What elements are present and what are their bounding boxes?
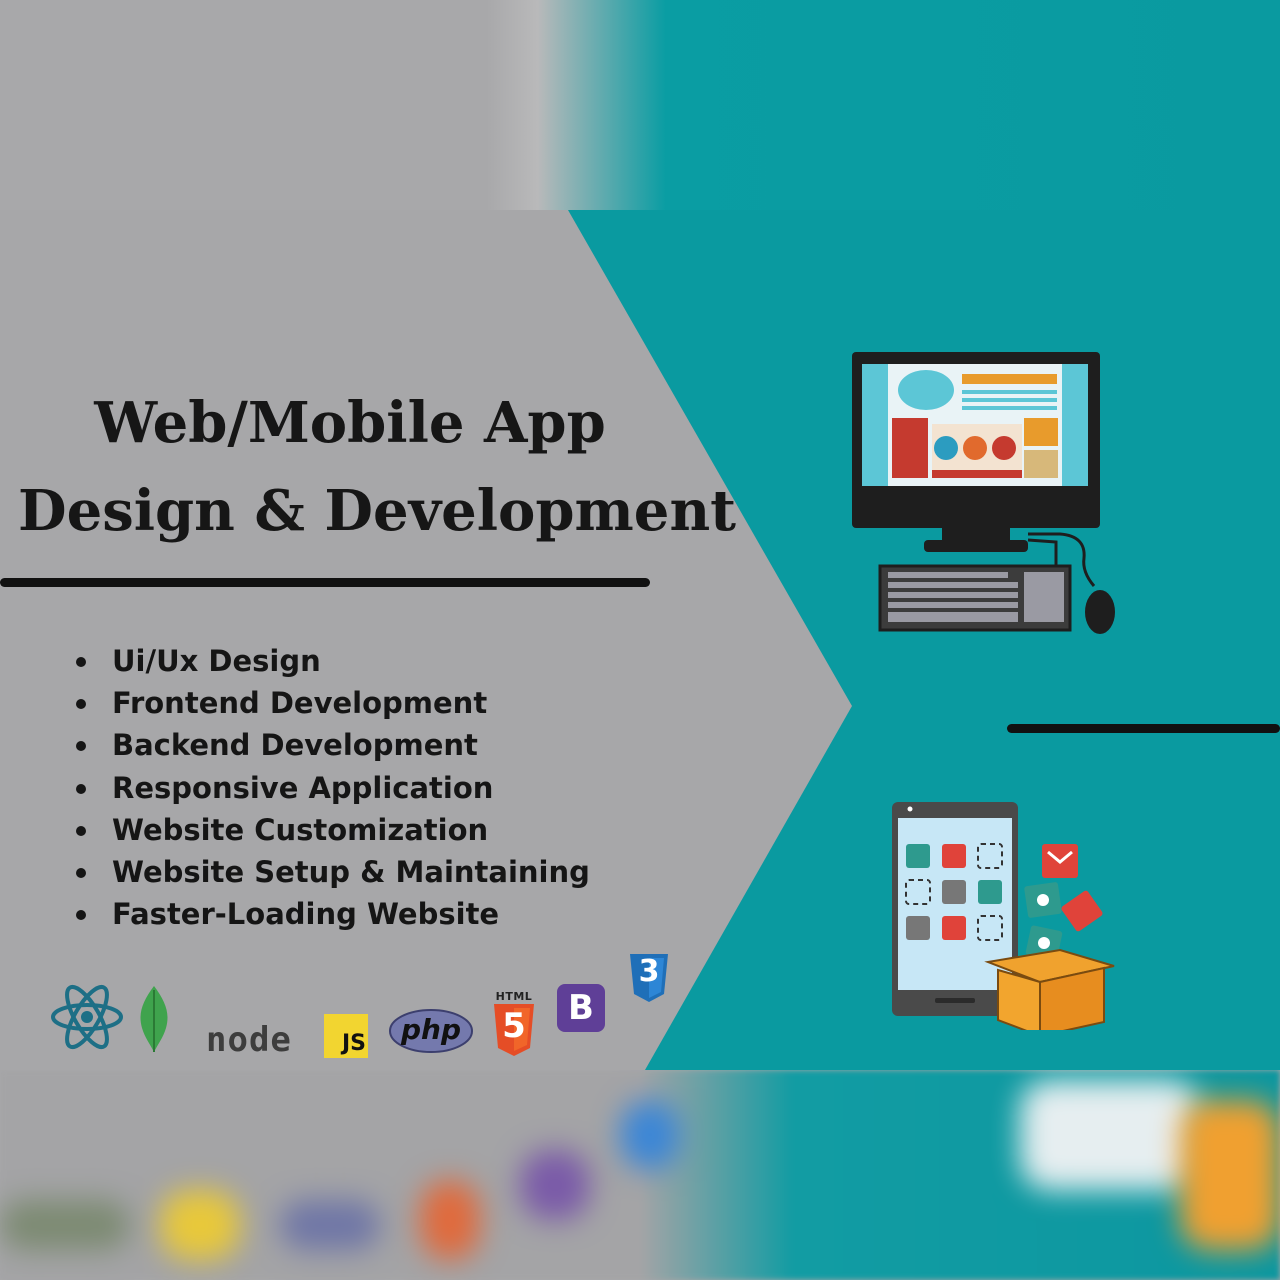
blurred-js-logo xyxy=(160,1190,240,1260)
nodejs-logo-text: node xyxy=(206,1020,292,1060)
blurred-bootstrap-logo xyxy=(520,1150,590,1220)
js-badge: JS xyxy=(324,1014,368,1058)
heading-line-2: Design & Development xyxy=(18,478,737,544)
services-list: Ui/Ux Design Frontend Development Backen… xyxy=(72,640,590,935)
mobile-apps-illustration xyxy=(892,802,1115,1030)
list-item: Frontend Development xyxy=(72,682,590,724)
html-label: HTML xyxy=(495,990,533,1003)
mongodb-leaf-icon xyxy=(140,986,168,1052)
css3-number: 3 xyxy=(638,954,660,989)
blurred-box xyxy=(1180,1100,1280,1250)
heading-underline xyxy=(0,578,650,587)
blurred-css-logo xyxy=(620,1100,680,1170)
heading-line-1: Web/Mobile App xyxy=(94,390,606,456)
tech-logos: node JS php HTML 5 B 3 xyxy=(0,950,700,1070)
blurred-node-logo xyxy=(0,1200,130,1250)
desktop-computer-illustration xyxy=(852,352,1115,634)
list-item: Backend Development xyxy=(72,724,590,766)
list-item: Ui/Ux Design xyxy=(72,640,590,682)
background-top-blurred xyxy=(0,0,1280,210)
blurred-monitor xyxy=(1020,1080,1200,1190)
blurred-html-logo xyxy=(420,1180,480,1260)
html5-number: 5 xyxy=(502,1006,526,1046)
list-item: Faster-Loading Website xyxy=(72,893,590,935)
list-item: Responsive Application xyxy=(72,767,590,809)
ad-canvas: Web/Mobile App Design & Development Ui/U… xyxy=(0,0,1280,1280)
list-item: Website Setup & Maintaining xyxy=(72,851,590,893)
background-bottom-blurred xyxy=(0,1070,1280,1280)
main-card: Web/Mobile App Design & Development Ui/U… xyxy=(0,210,1280,1070)
bootstrap-logo: B xyxy=(557,984,605,1032)
php-logo-text: php xyxy=(400,1013,462,1046)
right-divider xyxy=(1007,724,1280,733)
list-item: Website Customization xyxy=(72,809,590,851)
react-icon xyxy=(51,984,123,1050)
blurred-php-logo xyxy=(280,1200,380,1250)
